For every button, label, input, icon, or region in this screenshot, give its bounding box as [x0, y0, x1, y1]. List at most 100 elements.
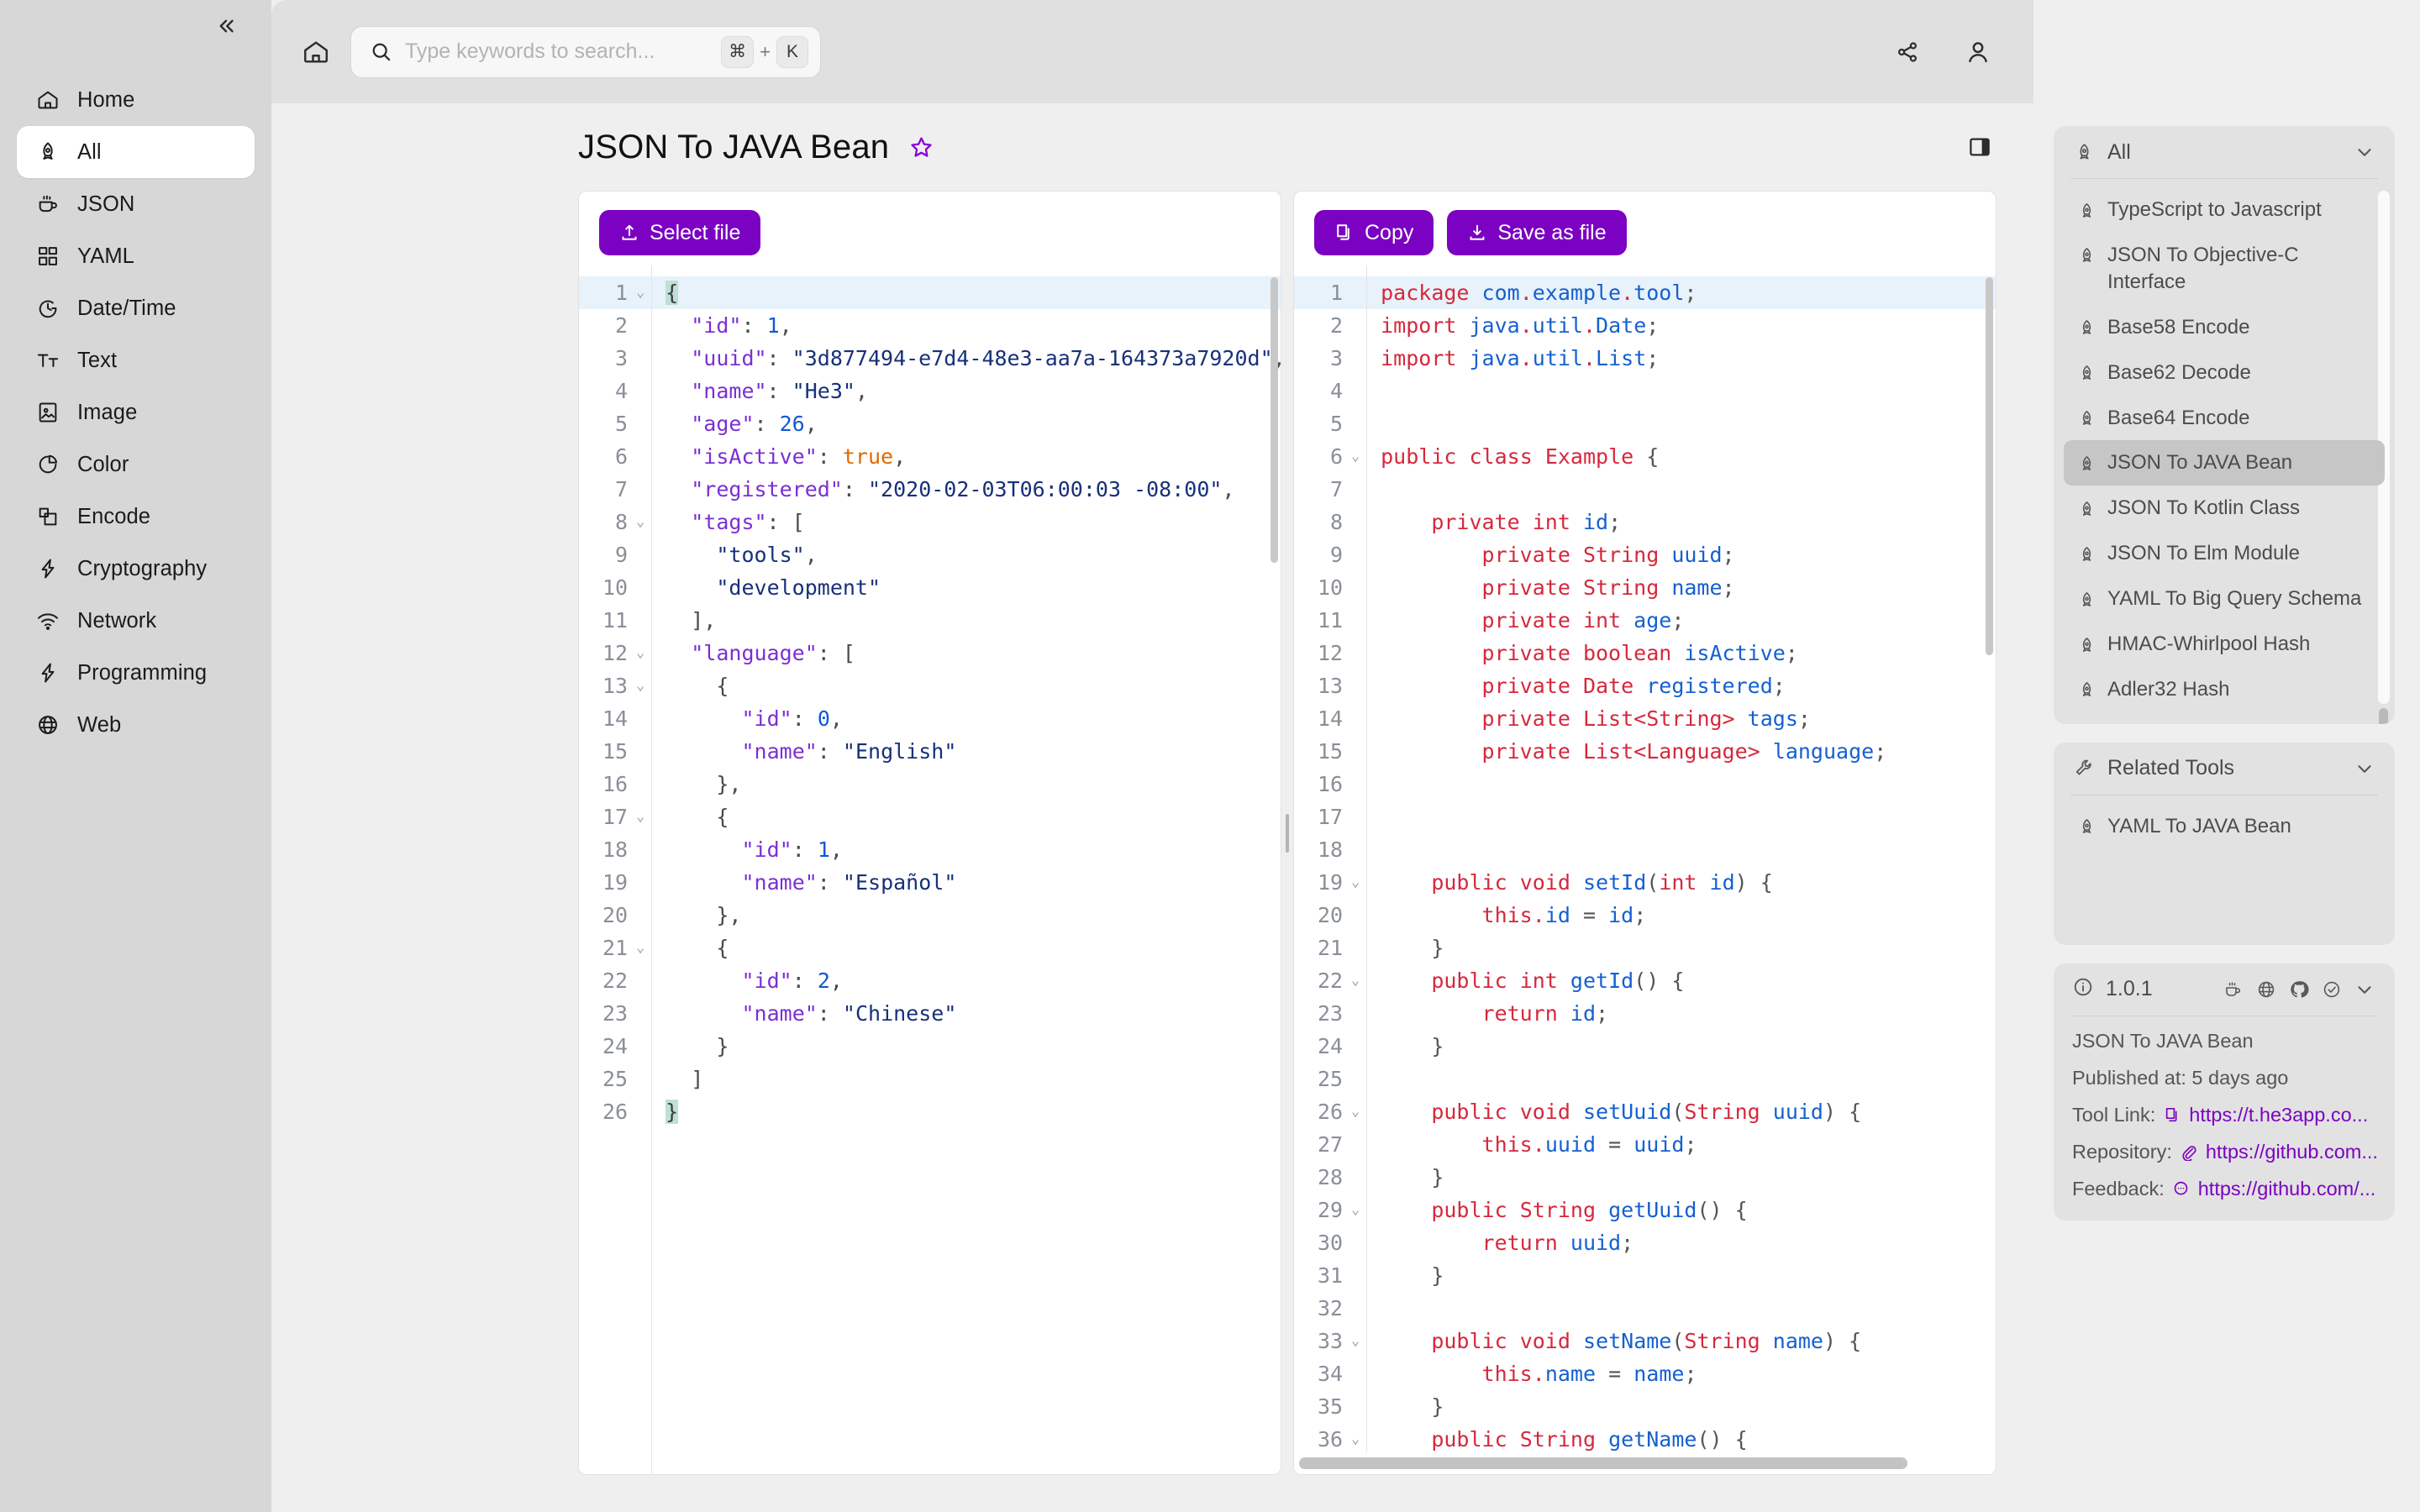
tool-list-item[interactable]: YAML To JAVA Bean: [2064, 804, 2385, 849]
code-line: }: [1431, 936, 1444, 960]
tool-list-item-label: JSON To JAVA Bean: [2107, 451, 2293, 475]
tool-list-item-label: JSON To Kotlin Class: [2107, 496, 2300, 520]
line-number: 24: [1318, 1034, 1344, 1058]
tool-list-item[interactable]: Adler32 Hash: [2064, 667, 2385, 712]
code-line: }: [666, 1100, 679, 1124]
tool-list-item[interactable]: HMAC-Whirlpool Hash: [2064, 622, 2385, 667]
json-code-text[interactable]: { "id": 1, "uuid": "3d877494-e7d4-48e3-a…: [652, 265, 1281, 1474]
sidebar-item-home[interactable]: Home: [17, 74, 255, 126]
sidebar-item-encode[interactable]: Encode: [17, 491, 255, 543]
info-repository-value[interactable]: https://github.com...: [2206, 1141, 2378, 1163]
code-line: private String uuid;: [1481, 543, 1735, 567]
json-vertical-scrollbar[interactable]: [1270, 277, 1278, 563]
code-line: "age": 26,: [691, 412, 818, 436]
chevron-down-icon[interactable]: [2353, 140, 2376, 164]
sidebar-item-yaml[interactable]: YAML: [17, 230, 255, 282]
tool-list-item[interactable]: YAML To Big Query Schema: [2064, 576, 2385, 622]
right-panel-icon[interactable]: [1963, 130, 1996, 164]
tool-list-item[interactable]: JSON To Kotlin Class: [2064, 486, 2385, 531]
line-number: 4: [1330, 379, 1344, 403]
editor-splitter[interactable]: [1281, 191, 1293, 1475]
sidebar-item-color[interactable]: Color: [17, 438, 255, 491]
tool-list-item[interactable]: JSON To JAVA Bean: [2064, 440, 2385, 486]
info-feedback-value[interactable]: https://github.com/...: [2198, 1178, 2376, 1200]
tool-list-item[interactable]: JSON To Elm Module: [2064, 531, 2385, 576]
check-circle-icon[interactable]: [2320, 978, 2344, 1001]
sidebar-item-text[interactable]: Text: [17, 334, 255, 386]
json-code-area[interactable]: 1 ⌄ 2 3 4 5 6 7 8 ⌄ 9 10 11 12 ⌄ 13 ⌄ 14 15 16 17 ⌄ 18 19 20 21 ⌄ 2…: [579, 265, 1281, 1474]
tool-list-item-label: YAML To Big Query Schema: [2107, 587, 2362, 611]
sidebar-item-datetime[interactable]: Date/Time: [17, 282, 255, 334]
tool-list-item[interactable]: Base64 Encode: [2064, 396, 2385, 441]
rocket-icon: [2075, 453, 2097, 475]
info-panel: 1.0.1 JSON To JAVA Bean Published at: 5 …: [2054, 963, 2395, 1221]
copy-button[interactable]: Copy: [1314, 210, 1434, 255]
code-line: }: [716, 1034, 729, 1058]
home-icon[interactable]: [297, 33, 335, 71]
search-input[interactable]: [405, 39, 722, 64]
tool-list-item[interactable]: JSON To Objective-C Interface: [2064, 233, 2385, 305]
coffee-icon: [35, 192, 60, 217]
sidebar-item-network[interactable]: Network: [17, 595, 255, 647]
sidebar-item-label: Programming: [77, 660, 208, 685]
line-number: 11: [1318, 608, 1344, 633]
paperclip-icon[interactable]: [2179, 1142, 2199, 1162]
star-outline-icon[interactable]: [904, 130, 938, 164]
sidebar-item-programming[interactable]: Programming: [17, 647, 255, 699]
sidebar-item-json[interactable]: JSON: [17, 178, 255, 230]
share-icon[interactable]: [1891, 35, 1924, 69]
sidebar-item-image[interactable]: Image: [17, 386, 255, 438]
sidebar-item-label: Text: [77, 348, 118, 372]
tool-list-item[interactable]: TypeScript to Javascript: [2064, 187, 2385, 233]
tool-list-item-label: Base58 Encode: [2107, 315, 2250, 339]
select-file-button[interactable]: Select file: [599, 210, 761, 255]
line-number: 36 ⌄: [1318, 1427, 1360, 1452]
tool-list-item-label: HMAC-Whirlpool Hash: [2107, 633, 2311, 656]
java-code-area[interactable]: 1 2 3 4 5 6 ⌄ 7 8 9 10 11 12 13 14 15 16 17 18 19 ⌄ 20 21 22 ⌄ 23…: [1294, 265, 1996, 1452]
rocket-icon: [2075, 318, 2097, 339]
sidebar-item-cryptography[interactable]: Cryptography: [17, 543, 255, 595]
info-tool-link-label: Tool Link:: [2072, 1103, 2156, 1126]
code-line: public class Example {: [1381, 444, 1660, 469]
globe-icon[interactable]: [2254, 978, 2278, 1001]
tools-panel-header[interactable]: All: [2054, 126, 2395, 178]
sidebar-item-web[interactable]: Web: [17, 699, 255, 751]
code-line: "name": "He3",: [691, 379, 868, 403]
tool-list-item[interactable]: Base62 Decode: [2064, 350, 2385, 396]
tool-list-item-label: Adler32 Hash: [2107, 677, 2230, 701]
sidebar-item-label: Date/Time: [77, 296, 176, 320]
java-vertical-scrollbar[interactable]: [1986, 277, 1993, 655]
line-number: 23: [602, 1001, 629, 1026]
sidebar-nav: Home All JSON YAML Date/Time Text Image …: [0, 52, 271, 751]
java-horizontal-scrollbar[interactable]: [1294, 1452, 1996, 1474]
message-icon[interactable]: [2171, 1179, 2191, 1199]
line-number: 35: [1318, 1394, 1344, 1419]
sidebar-item-all[interactable]: All: [17, 126, 255, 178]
java-code-text[interactable]: package com.example.tool; import java.uti…: [1367, 265, 1996, 1452]
chevrons-left-icon[interactable]: [211, 11, 241, 41]
related-tools-header[interactable]: Related Tools: [2054, 743, 2395, 795]
copy-icon: [1337, 224, 1349, 240]
search-box[interactable]: ⌘ + K: [350, 25, 821, 78]
sidebar-item-label: Home: [77, 87, 135, 112]
tools-list: TypeScript to Javascript JSON To Objectiv…: [2064, 187, 2385, 712]
line-number: 7: [615, 477, 629, 501]
clock-icon: [35, 296, 60, 321]
github-icon[interactable]: [2287, 978, 2311, 1001]
user-icon[interactable]: [1961, 35, 1995, 69]
line-number: 23: [1318, 1001, 1344, 1026]
code-line: }: [1431, 1263, 1444, 1288]
chevron-down-icon[interactable]: [2353, 978, 2376, 1001]
copy-icon[interactable]: [2162, 1105, 2182, 1125]
coffee-icon[interactable]: [2222, 978, 2245, 1001]
tool-list-item[interactable]: Base58 Encode: [2064, 305, 2385, 350]
info-tool-link-value[interactable]: https://t.he3app.co...: [2189, 1104, 2368, 1126]
copy-label: Copy: [1365, 220, 1414, 244]
pie-chart-icon: [35, 452, 60, 477]
related-tools-panel: Related Tools YAML To JAVA Bean: [2054, 742, 2395, 945]
chevron-down-icon[interactable]: [2353, 757, 2376, 780]
wrench-icon: [2072, 757, 2096, 780]
save-as-file-button[interactable]: Save as file: [1447, 210, 1627, 255]
kbd-plus: +: [760, 40, 771, 62]
